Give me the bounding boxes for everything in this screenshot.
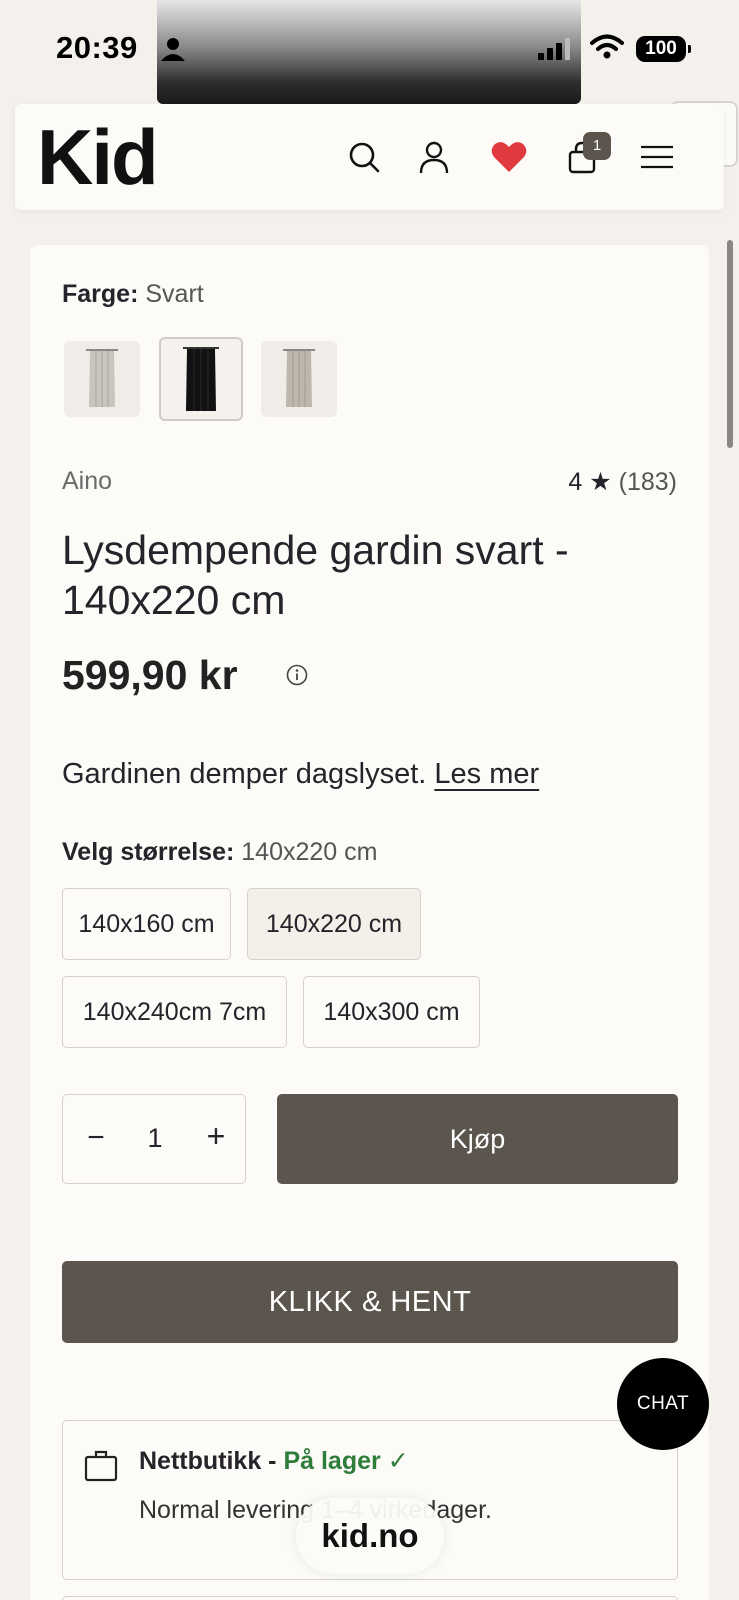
kid-logo[interactable]: Kid bbox=[37, 118, 159, 196]
product-rating[interactable]: 4 ★ (183) bbox=[568, 467, 677, 497]
person-icon bbox=[161, 38, 185, 61]
product-price: 599,90 kr bbox=[62, 652, 238, 698]
briefcase-icon bbox=[84, 1450, 118, 1482]
in-stock-label: På lager bbox=[283, 1447, 381, 1475]
color-swatch-beige[interactable] bbox=[261, 341, 337, 417]
cart-count-badge: 1 bbox=[583, 132, 611, 160]
buy-button[interactable]: Kjøp bbox=[277, 1094, 678, 1184]
product-description: Gardinen demper dagslyset. Les mer bbox=[62, 758, 540, 790]
decrease-quantity-button[interactable]: − bbox=[81, 1123, 111, 1153]
rating-count: (183) bbox=[618, 468, 677, 496]
curtain-image bbox=[283, 349, 315, 407]
size-option-140x220[interactable]: 140x220 cm bbox=[247, 888, 421, 960]
read-more-link[interactable]: Les mer bbox=[434, 758, 539, 790]
info-icon[interactable] bbox=[286, 664, 308, 686]
product-title: Lysdempende gardin svart - 140x220 cm bbox=[62, 527, 569, 623]
scrollbar[interactable] bbox=[727, 240, 733, 448]
check-icon: ✓ bbox=[387, 1447, 409, 1475]
signal-icon bbox=[538, 38, 570, 60]
size-option-140x300[interactable]: 140x300 cm bbox=[303, 976, 480, 1048]
search-icon[interactable] bbox=[345, 138, 383, 176]
color-swatch-black[interactable] bbox=[159, 337, 243, 421]
increase-quantity-button[interactable]: + bbox=[201, 1120, 231, 1152]
cart-icon[interactable]: 1 bbox=[563, 132, 611, 176]
camera-island bbox=[157, 0, 581, 104]
account-icon[interactable] bbox=[415, 138, 453, 176]
wifi-icon bbox=[590, 34, 624, 59]
click-and-collect-button[interactable]: KLIKK & HENT bbox=[62, 1261, 678, 1343]
size-option-140x240[interactable]: 140x240cm 7cm bbox=[62, 976, 287, 1048]
color-swatch-light-grey[interactable] bbox=[64, 341, 140, 417]
star-icon: ★ bbox=[589, 468, 612, 496]
menu-icon[interactable] bbox=[638, 138, 676, 176]
battery-indicator: 100 bbox=[636, 36, 691, 62]
heart-icon[interactable] bbox=[490, 138, 528, 176]
status-time: 20:39 bbox=[56, 30, 138, 65]
chat-button[interactable]: CHAT bbox=[617, 1358, 709, 1450]
quantity-stepper: − 1 + bbox=[62, 1094, 246, 1184]
quantity-value[interactable]: 1 bbox=[143, 1123, 167, 1154]
url-bar[interactable]: kid.no bbox=[296, 1498, 444, 1574]
online-stock-status: Nettbutikk - På lager ✓ bbox=[139, 1447, 409, 1475]
size-option-140x160[interactable]: 140x160 cm bbox=[62, 888, 231, 960]
curtain-image bbox=[183, 347, 219, 411]
color-selector-label: Farge: Svart bbox=[62, 280, 204, 308]
curtain-image bbox=[86, 349, 118, 407]
size-selector-label: Velg størrelse: 140x220 cm bbox=[62, 838, 378, 866]
site-header: Kid 1 bbox=[15, 104, 724, 210]
status-bar: 20:39 100 bbox=[0, 0, 739, 104]
color-value: Svart bbox=[145, 280, 204, 308]
store-stock-box bbox=[62, 1596, 678, 1600]
brand-name[interactable]: Aino bbox=[62, 467, 112, 496]
selected-size-value: 140x220 cm bbox=[241, 838, 378, 866]
